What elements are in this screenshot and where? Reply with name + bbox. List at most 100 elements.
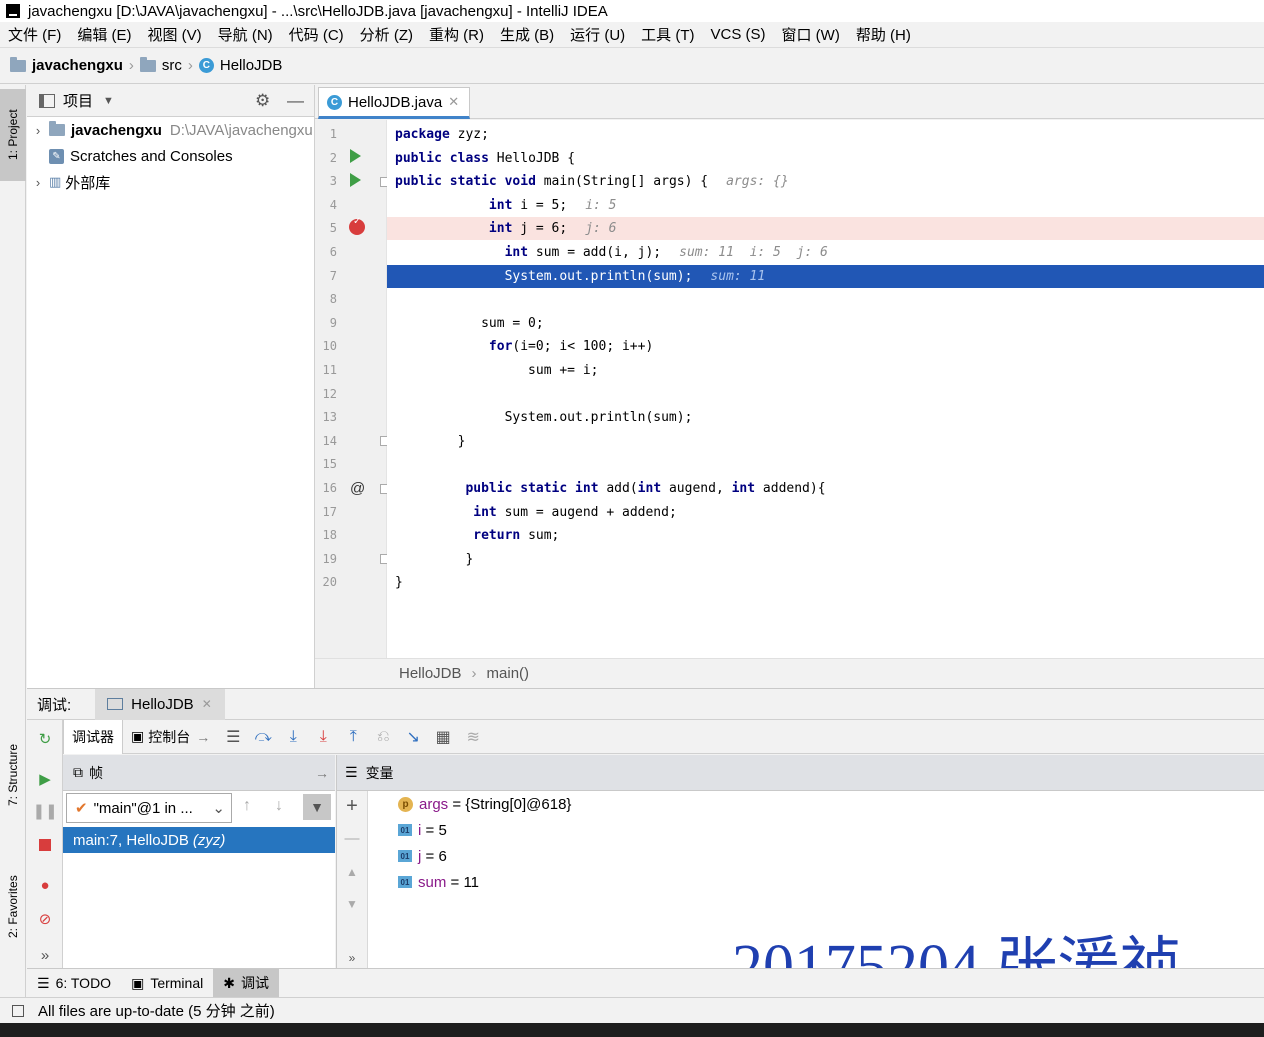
code-line[interactable]: package zyz; [387, 123, 1264, 146]
tab-todo[interactable]: ☰ 6: TODO [27, 969, 121, 998]
menu-help[interactable]: 帮助 (H) [856, 24, 911, 45]
minimize-icon[interactable]: — [287, 91, 304, 111]
tree-item-project[interactable]: › javachengxu D:\JAVA\javachengxu [27, 117, 314, 143]
run-class-icon[interactable] [350, 149, 361, 163]
code-line[interactable]: int sum = add(i, j); sum: 11 i: 5 j: 6 [387, 241, 1264, 264]
more-icon[interactable]: » [343, 949, 361, 967]
variable-row[interactable]: p args = {String[0]@618} [398, 791, 571, 817]
tab-console[interactable]: ▣ 控制台 → [123, 720, 218, 754]
move-up-icon[interactable]: ▲ [343, 863, 361, 881]
status-method[interactable]: main() [487, 665, 530, 682]
code-line[interactable]: public static int add(int augend, int ad… [387, 477, 1264, 500]
code-line[interactable]: int i = 5; i: 5 [387, 194, 1264, 217]
step-into-icon[interactable]: ⤓ [308, 728, 338, 746]
breakpoint-icon[interactable] [349, 216, 365, 235]
tab-project[interactable]: 1: Project [0, 89, 26, 181]
class-icon: C [198, 58, 214, 73]
filter-icon[interactable]: ▼ [303, 794, 331, 820]
breadcrumb-src[interactable]: src [139, 56, 182, 74]
move-down-icon[interactable]: ▼ [343, 895, 361, 913]
thread-select[interactable]: ✔ "main"@1 in ... ⌄ [66, 793, 232, 823]
code-line[interactable]: public class HelloJDB { [387, 147, 1264, 170]
close-icon[interactable]: ✕ [448, 94, 459, 110]
toggle-tool-windows-icon[interactable] [12, 1004, 24, 1017]
code-editor[interactable]: package zyz; public class HelloJDB {publi… [387, 120, 1264, 658]
pause-icon[interactable]: ❚❚ [32, 802, 57, 820]
tab-debug[interactable]: ✱ 调试 [213, 968, 279, 998]
pin-icon[interactable]: → [196, 729, 210, 745]
project-panel-title[interactable]: 项目 [63, 90, 93, 111]
run-main-icon[interactable] [350, 173, 361, 187]
mute-breakpoints-icon[interactable]: ⊘ [36, 910, 54, 928]
code-text: sum = 0; [395, 315, 544, 331]
view-breakpoints-icon[interactable]: ● [36, 876, 54, 894]
frame-row[interactable]: main:7, HelloJDB (zyz) [63, 827, 335, 853]
menu-file[interactable]: 文件 (F) [8, 24, 61, 45]
code-line[interactable] [387, 383, 1264, 406]
code-line[interactable]: sum += i; [387, 359, 1264, 382]
show-execution-point-icon[interactable]: ⤼ [248, 728, 278, 746]
debug-session-tab[interactable]: HelloJDB ✕ [95, 688, 226, 720]
chevron-right-icon[interactable]: › [27, 123, 49, 138]
menu-edit[interactable]: 编辑 (E) [77, 24, 131, 45]
code-line[interactable]: int sum = augend + addend; [387, 501, 1264, 524]
evaluate-expression-icon[interactable]: ▦ [428, 727, 458, 747]
tab-terminal[interactable]: ▣ Terminal [121, 969, 213, 998]
code-line[interactable] [387, 288, 1264, 311]
menu-tools[interactable]: 工具 (T) [641, 24, 694, 45]
dropdown-arrow-icon[interactable]: ▼ [103, 95, 114, 107]
tab-debugger[interactable]: 调试器 [63, 719, 123, 754]
arrow-down-icon[interactable]: ↓ [275, 797, 283, 815]
code-line[interactable]: sum = 0; [387, 312, 1264, 335]
status-class[interactable]: HelloJDB [399, 665, 462, 682]
menu-code[interactable]: 代码 (C) [289, 24, 344, 45]
variable-row[interactable]: 01 i = 5 [398, 817, 447, 843]
code-line[interactable] [387, 453, 1264, 476]
tab-structure[interactable]: 7: Structure [0, 725, 26, 825]
code-line[interactable]: for(i=0; i< 100; i++) [387, 335, 1264, 358]
breadcrumb-project[interactable]: javachengxu [10, 56, 123, 74]
trace-icon[interactable]: ≋ [458, 727, 488, 747]
code-line[interactable]: System.out.println(sum); [387, 406, 1264, 429]
code-line[interactable]: public static void main(String[] args) {… [387, 170, 1264, 193]
editor-gutter[interactable]: @ 1234567891011121314151617181920 [315, 120, 390, 658]
menu-refactor[interactable]: 重构 (R) [429, 24, 484, 45]
menu-run[interactable]: 运行 (U) [570, 24, 625, 45]
pin-icon[interactable]: → [315, 765, 329, 781]
code-line[interactable]: System.out.println(sum); sum: 11 [387, 264, 1264, 288]
menu-vcs[interactable]: VCS (S) [711, 26, 766, 43]
variable-row[interactable]: 01 sum = 11 [398, 869, 479, 895]
drop-frame-icon[interactable]: ⎌ [368, 728, 398, 746]
tree-item-libraries[interactable]: › ▥ 外部库 [27, 169, 314, 195]
variable-row[interactable]: 01 j = 6 [398, 843, 447, 869]
code-line[interactable]: } [387, 571, 1264, 594]
menu-build[interactable]: 生成 (B) [500, 24, 554, 45]
tree-item-scratches[interactable]: ✎ Scratches and Consoles [27, 143, 314, 169]
project-panel: 项目 ▼ ⚙ — › javachengxu D:\JAVA\javacheng… [27, 85, 315, 688]
menu-view[interactable]: 视图 (V) [148, 24, 202, 45]
menu-navigate[interactable]: 导航 (N) [218, 24, 273, 45]
code-line[interactable]: } [387, 430, 1264, 453]
gear-icon[interactable]: ⚙ [255, 91, 270, 111]
arrow-up-icon[interactable]: ↑ [243, 797, 251, 815]
step-over-icon[interactable]: ⤓ [278, 728, 308, 746]
rerun-icon[interactable]: ↻ [36, 730, 54, 748]
stop-icon[interactable] [36, 836, 54, 854]
more-icon[interactable]: » [36, 946, 54, 964]
editor-tab-hellojdb[interactable]: C HelloJDB.java ✕ [318, 87, 470, 119]
close-icon[interactable]: ✕ [202, 697, 212, 711]
remove-watch-icon[interactable]: — [343, 829, 361, 847]
code-line[interactable]: int j = 6; j: 6 [387, 217, 1264, 241]
menu-window[interactable]: 窗口 (W) [782, 24, 840, 45]
menu-icon[interactable]: ☰ [218, 727, 248, 747]
tab-favorites[interactable]: 2: Favorites [0, 857, 26, 957]
run-to-cursor-icon[interactable]: ↘ [398, 727, 428, 747]
step-out-icon[interactable]: ⤒ [338, 728, 368, 746]
chevron-right-icon[interactable]: › [27, 175, 49, 190]
code-line[interactable]: } [387, 548, 1264, 571]
breadcrumb-file[interactable]: C HelloJDB [198, 57, 282, 74]
add-watch-icon[interactable]: + [343, 795, 361, 817]
code-line[interactable]: return sum; [387, 524, 1264, 547]
resume-icon[interactable]: ▶ [36, 770, 54, 788]
menu-analyze[interactable]: 分析 (Z) [360, 24, 413, 45]
